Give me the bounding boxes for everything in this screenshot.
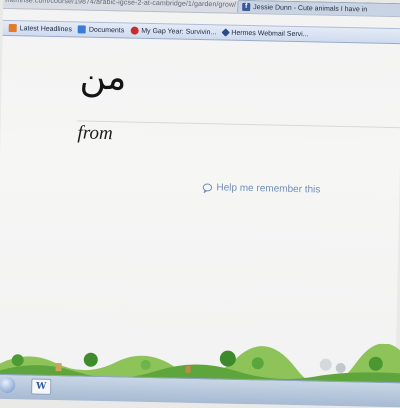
bookmark-my-gap-year[interactable]: My Gap Year: Survivin... — [130, 26, 217, 37]
title-bar: memrise.com/course/19874/arabic-igcse-2-… — [3, 0, 400, 18]
bookmark-label: Hermes Webmail Servi... — [231, 29, 309, 38]
rss-icon — [8, 23, 17, 33]
help-link-label: Help me remember this — [216, 182, 321, 196]
speech-bubble-icon — [202, 183, 213, 193]
youtube-icon — [130, 26, 139, 35]
card-divider — [76, 120, 400, 129]
bookmarks-bar: Latest Headlines Documents My Gap Year: … — [2, 19, 400, 45]
facebook-icon: f — [242, 2, 251, 12]
browser-tab-facebook[interactable]: f Jessie Dunn - Cute animals I have in x — [237, 0, 400, 17]
bookmark-label: Documents — [88, 26, 125, 34]
bookmark-hermes-webmail[interactable]: Hermes Webmail Servi... — [221, 28, 309, 38]
translation-text: from — [77, 122, 113, 145]
tab-title: Jessie Dunn - Cute animals I have in — [253, 3, 368, 13]
bookmark-latest-headlines[interactable]: Latest Headlines — [8, 23, 72, 33]
bookmark-label: Latest Headlines — [19, 24, 72, 33]
start-button-icon[interactable] — [0, 376, 16, 394]
webmail-icon — [221, 28, 230, 37]
browser-screen: memrise.com/course/19874/arabic-igcse-2-… — [0, 0, 400, 408]
bookmark-documents[interactable]: Documents — [77, 25, 125, 34]
microsoft-word-taskbar-button[interactable]: W — [31, 378, 52, 395]
prompt-word-arabic: من — [79, 56, 127, 99]
help-me-remember-link[interactable]: Help me remember this — [202, 182, 321, 196]
bookmark-label: My Gap Year: Survivin... — [141, 27, 217, 36]
documents-icon — [77, 25, 86, 34]
address-bar-url[interactable]: memrise.com/course/19874/arabic-igcse-2-… — [5, 0, 236, 9]
